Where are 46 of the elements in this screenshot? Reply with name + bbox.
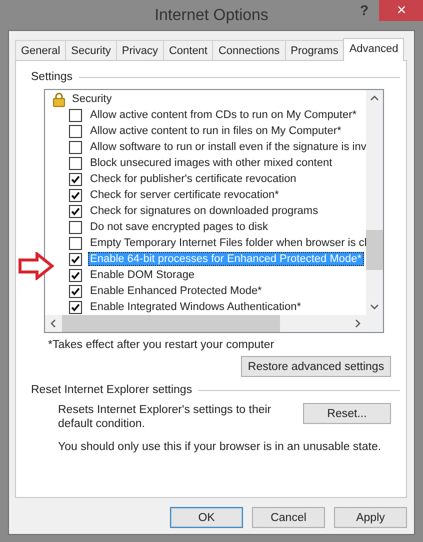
checkbox[interactable] [69, 172, 82, 186]
option-label[interactable]: Enable Enhanced Protected Mode* [88, 284, 264, 298]
dialog-button[interactable]: Apply [334, 507, 407, 528]
option-label[interactable]: Enable Integrated Windows Authentication* [88, 300, 303, 314]
option-label[interactable]: Do not save encrypted pages to disk [88, 220, 270, 234]
window-title: Internet Options [154, 7, 268, 25]
tab[interactable]: General [15, 40, 66, 60]
lock-icon [53, 92, 65, 106]
checkbox[interactable] [69, 300, 82, 314]
vertical-scrollbar[interactable] [366, 90, 383, 332]
section-title: Settings [31, 71, 73, 83]
checkbox[interactable] [69, 108, 82, 122]
checkbox[interactable] [69, 220, 82, 234]
description-text: Resets Internet Explorer's settings to their default condition. [58, 403, 272, 431]
checkbox[interactable] [69, 284, 82, 298]
option-label[interactable]: Check for publisher's certificate revocation [88, 172, 298, 186]
checkbox[interactable] [69, 268, 82, 282]
close-button[interactable]: × [379, 0, 423, 21]
option-label[interactable]: Check for server certificate revocation* [88, 188, 281, 202]
checkbox[interactable] [69, 236, 82, 250]
option-label[interactable]: Allow active content to run in files on My Computer* [88, 124, 344, 138]
option-label[interactable]: Allow software to run or install even if the signature is inv [88, 140, 366, 154]
checkbox[interactable] [69, 204, 82, 218]
scroll-thumb[interactable] [366, 230, 383, 270]
option-label[interactable]: Block unsecured images with other mixed content [88, 156, 334, 170]
tab[interactable]: Advanced [343, 38, 404, 61]
horizontal-scrollbar[interactable] [45, 315, 366, 332]
option-label[interactable]: Empty Temporary Internet Files folder when browser is cl [88, 236, 366, 250]
note-text: *Takes effect after you restart your computer [48, 339, 276, 351]
restore-button[interactable]: Restore advanced settings [241, 356, 391, 377]
scroll-thumb[interactable] [62, 315, 280, 332]
dialog-button[interactable]: OK [170, 507, 243, 528]
checkbox[interactable] [69, 188, 82, 202]
checkbox[interactable] [69, 156, 82, 170]
option-label[interactable]: Allow active content from CDs to run on My Computer* [88, 108, 359, 122]
help-button[interactable]: ? [356, 2, 373, 18]
reset-button[interactable]: Reset... [303, 403, 391, 424]
section-title: Reset Internet Explorer settings [31, 384, 192, 396]
option-label[interactable]: Check for signatures on downloaded programs [88, 204, 320, 218]
option-label[interactable]: Enable DOM Storage [88, 268, 197, 282]
warning-text: You should only use this if your browser is in an unusable state. [58, 441, 382, 453]
checkbox[interactable] [69, 124, 82, 138]
checkbox[interactable] [69, 140, 82, 154]
dialog-button[interactable]: Cancel [252, 507, 325, 528]
group-label: Security [71, 92, 113, 106]
checkbox[interactable] [69, 252, 82, 266]
